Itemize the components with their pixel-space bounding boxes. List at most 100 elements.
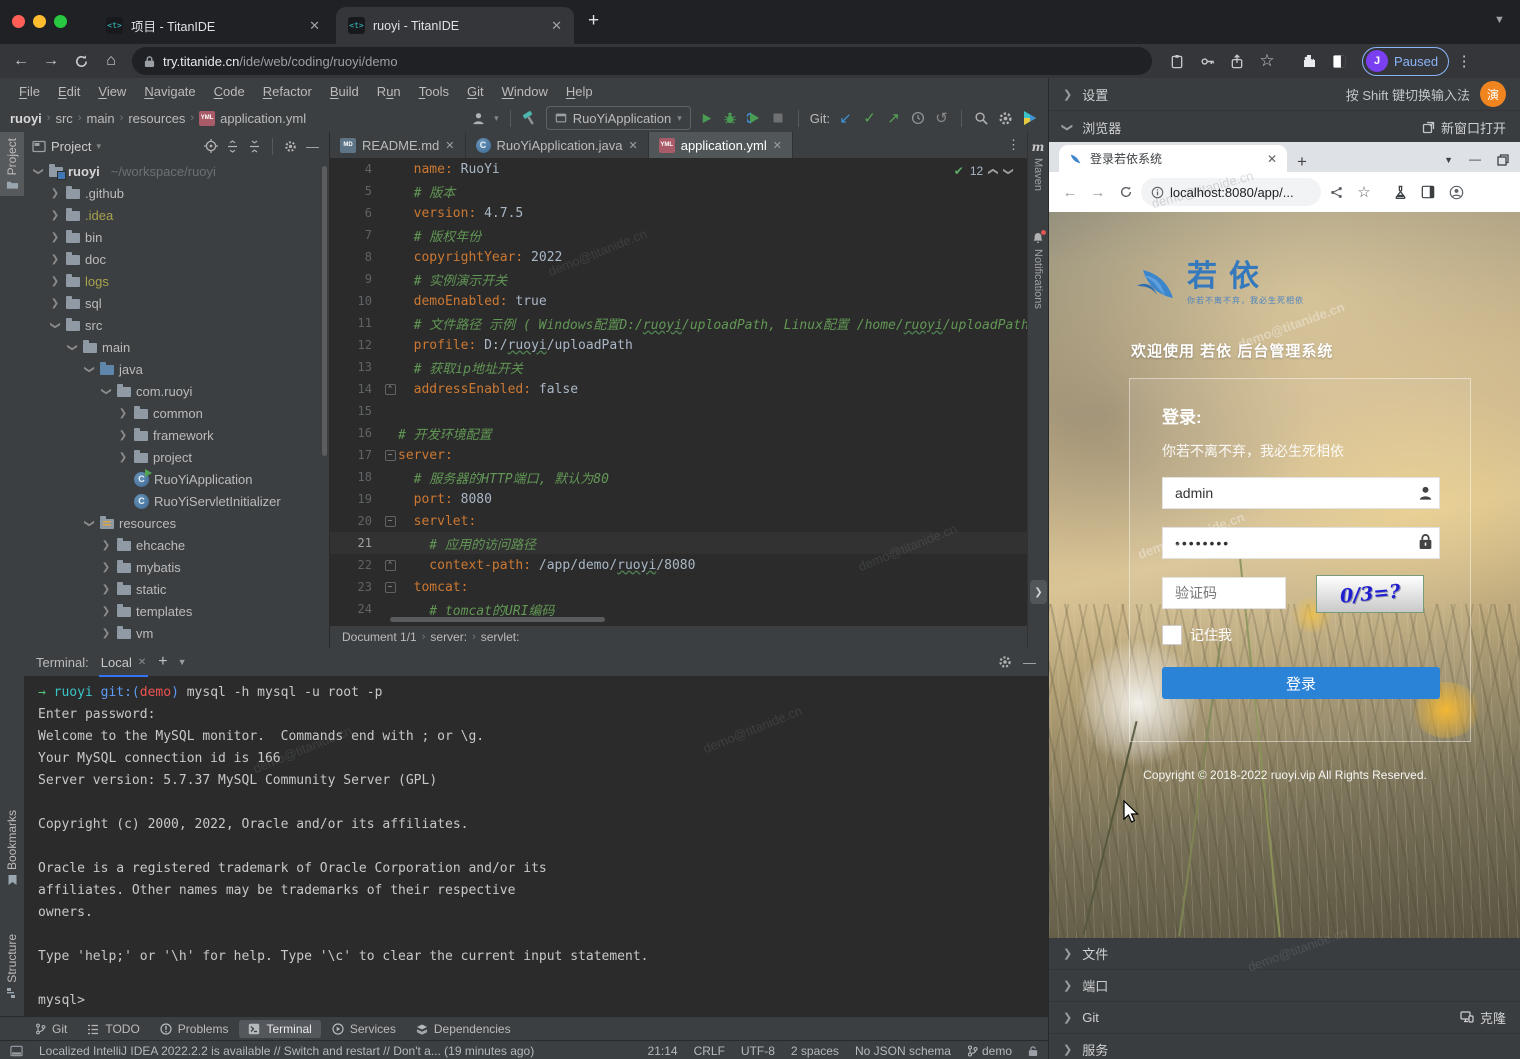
line-number[interactable]: 20 (330, 514, 382, 528)
status-item[interactable]: CRLF (694, 1044, 725, 1058)
embedded-forward-icon[interactable]: → (1085, 179, 1111, 205)
line-number[interactable]: 9 (330, 272, 382, 286)
user-icon[interactable] (470, 110, 487, 127)
toolwindow-button-terminal[interactable]: Terminal (239, 1020, 320, 1038)
code-line[interactable]: 19 port: 8080 (330, 488, 1028, 510)
breadcrumb-item[interactable]: src (55, 111, 72, 126)
fold-marker[interactable]: ⌃ (382, 560, 398, 571)
embedded-new-tab-icon[interactable]: + (1297, 152, 1307, 172)
tree-item-framework[interactable]: ❯framework (24, 424, 329, 446)
status-message[interactable]: Localized IntelliJ IDEA 2022.2.2 is avai… (39, 1044, 632, 1058)
open-new-window-button[interactable]: 新窗口打开 (1422, 118, 1506, 137)
mac-close-button[interactable] (12, 15, 25, 28)
code-line[interactable]: 14⌃ addressEnabled: false (330, 378, 1028, 400)
fold-marker[interactable]: − (382, 516, 398, 527)
tree-item-common[interactable]: ❯common (24, 402, 329, 424)
menu-tools[interactable]: Tools (410, 84, 458, 99)
side-panel-icon[interactable] (1324, 46, 1354, 76)
toolwindow-structure-button[interactable]: Structure (0, 928, 24, 1005)
browser-tab-ruoyi[interactable]: <t> ruoyi - TitanIDE ✕ (336, 7, 574, 44)
editor-hscrollbar[interactable] (390, 617, 605, 622)
line-number[interactable]: 18 (330, 470, 382, 484)
line-number[interactable]: 21 (330, 536, 382, 550)
collapse-all-icon[interactable] (246, 138, 263, 155)
toolwindow-maven-button[interactable]: m Maven (1028, 140, 1048, 191)
menu-refactor[interactable]: Refactor (254, 84, 321, 99)
tab-close-icon[interactable]: ✕ (309, 18, 320, 34)
tree-item-templates[interactable]: ❯templates (24, 600, 329, 622)
tab-close-icon[interactable]: ✕ (551, 18, 562, 34)
tree-item-bin[interactable]: ❯bin (24, 226, 329, 248)
terminal-output[interactable]: → ruoyi git:(demo) mysql -h mysql -u roo… (24, 677, 1048, 1023)
clipboard-icon[interactable] (1162, 46, 1192, 76)
toolwindow-button-services[interactable]: Services (323, 1020, 405, 1038)
line-number[interactable]: 8 (330, 250, 382, 264)
tree-item-.idea[interactable]: ❯.idea (24, 204, 329, 226)
tree-chevron-icon[interactable]: ❯ (49, 188, 61, 199)
menu-git[interactable]: Git (458, 84, 493, 99)
tree-item-sql[interactable]: ❯sql (24, 292, 329, 314)
section-settings[interactable]: ❯ 设置 按 Shift 键切换输入法 演 (1049, 78, 1520, 111)
line-number[interactable]: 5 (330, 184, 382, 198)
code-line[interactable]: 15 (330, 400, 1028, 422)
git-commit-icon[interactable]: ✓ (861, 110, 878, 127)
captcha-image[interactable]: 0/3=? (1316, 575, 1424, 613)
fold-marker[interactable]: ⌃ (382, 384, 398, 395)
tree-chevron-icon[interactable]: ❯ (84, 517, 95, 529)
toolwindow-button-problems[interactable]: Problems (151, 1020, 238, 1038)
tree-item-RuoYiServletInitializer[interactable]: CRuoYiServletInitializer (24, 490, 329, 512)
code-area[interactable]: 4 name: RuoYi5 # 版本6 version: 4.7.57 # 版… (330, 158, 1028, 626)
toolwindow-bookmarks-button[interactable]: Bookmarks (0, 804, 24, 892)
panel-settings-gear-icon[interactable] (282, 138, 299, 155)
project-panel-title[interactable]: Project (51, 139, 91, 154)
code-line[interactable]: 20− servlet: (330, 510, 1028, 532)
tree-item-doc[interactable]: ❯doc (24, 248, 329, 270)
status-item[interactable]: No JSON schema (855, 1044, 951, 1058)
editor-tab-README.md[interactable]: MDREADME.md✕ (330, 132, 466, 158)
section-文件[interactable]: ❯文件 (1049, 938, 1520, 970)
line-number[interactable]: 17 (330, 448, 382, 462)
line-number[interactable]: 15 (330, 404, 382, 418)
tree-chevron-icon[interactable]: ❯ (100, 606, 112, 617)
terminal-minimize-icon[interactable]: — (1023, 655, 1036, 670)
profile-chip[interactable]: J Paused (1362, 47, 1449, 76)
rollback-icon[interactable]: ↺ (933, 110, 950, 127)
toolwindow-button-todo[interactable]: TODO (78, 1020, 148, 1038)
tree-item-src[interactable]: ❯src (24, 314, 329, 336)
section-browser[interactable]: ❯ 浏览器 新窗口打开 (1049, 111, 1520, 144)
extensions-puzzle-icon[interactable] (1294, 46, 1324, 76)
line-number[interactable]: 22 (330, 558, 382, 572)
embedded-beaker-icon[interactable] (1387, 179, 1413, 205)
code-line[interactable]: 8 copyrightYear: 2022 (330, 246, 1028, 268)
code-line[interactable]: 4 name: RuoYi (330, 158, 1028, 180)
doc-breadcrumb-item[interactable]: servlet: (481, 630, 520, 644)
menu-navigate[interactable]: Navigate (135, 84, 204, 99)
embedded-minimize-icon[interactable]: — (1469, 152, 1481, 166)
tree-chevron-icon[interactable]: ❯ (49, 276, 61, 287)
debug-bug-icon[interactable] (722, 110, 739, 127)
line-number[interactable]: 19 (330, 492, 382, 506)
embedded-profile-icon[interactable] (1443, 179, 1469, 205)
tab-close-icon[interactable]: ✕ (445, 139, 454, 152)
embedded-side-panel-icon[interactable] (1415, 179, 1441, 205)
clone-button[interactable]: 克隆 (1460, 1008, 1506, 1027)
share-icon[interactable] (1222, 46, 1252, 76)
titanide-logo-icon[interactable] (1021, 110, 1038, 127)
tree-item-mybatis[interactable]: ❯mybatis (24, 556, 329, 578)
git-push-icon[interactable]: ↗ (885, 110, 902, 127)
line-number[interactable]: 24 (330, 602, 382, 616)
breadcrumb-file[interactable]: application.yml (220, 111, 306, 126)
mac-zoom-button[interactable] (54, 15, 67, 28)
expand-all-icon[interactable] (224, 138, 241, 155)
code-line[interactable]: 7 # 版权年份 (330, 224, 1028, 246)
run-configuration-select[interactable]: RuoYiApplication ▾ (546, 106, 691, 130)
menu-help[interactable]: Help (557, 84, 602, 99)
line-number[interactable]: 14 (330, 382, 382, 396)
menu-code[interactable]: Code (205, 84, 254, 99)
status-item[interactable]: UTF-8 (741, 1044, 775, 1058)
embedded-address-bar[interactable]: localhost:8080/app/... (1141, 178, 1321, 206)
line-number[interactable]: 12 (330, 338, 382, 352)
embedded-share-icon[interactable] (1323, 179, 1349, 205)
tab-close-icon[interactable]: ✕ (773, 139, 782, 152)
run-icon[interactable] (698, 110, 715, 127)
